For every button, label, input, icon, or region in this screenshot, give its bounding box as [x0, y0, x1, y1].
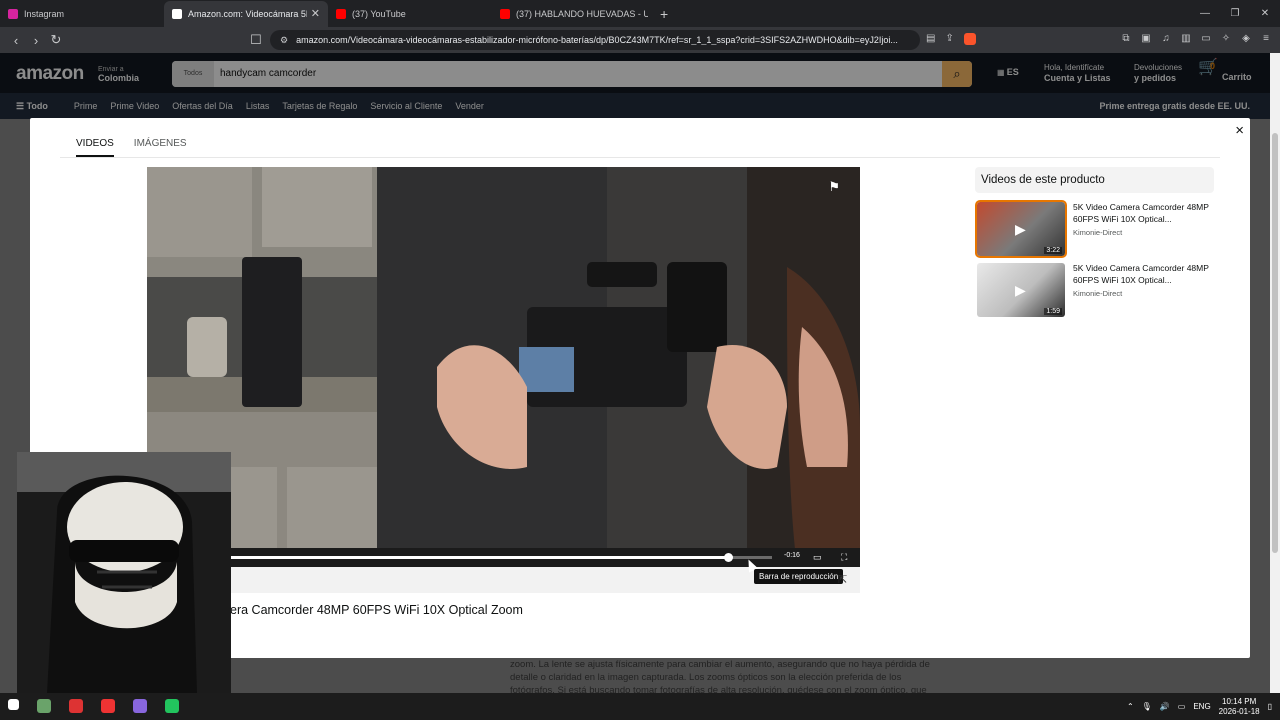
menu-icon[interactable]: ≡: [1260, 33, 1272, 45]
tab-videos[interactable]: VIDEOS: [76, 138, 114, 157]
share-icon[interactable]: ⇱: [838, 573, 847, 586]
browser-tab-youtube[interactable]: (37) YouTube: [328, 1, 492, 27]
tab-title: (37) YouTube: [352, 8, 406, 19]
app-icon[interactable]: [165, 699, 179, 713]
related-videos-heading: Videos de este producto: [975, 167, 1214, 193]
volume-icon[interactable]: 🔊: [1160, 702, 1170, 711]
play-icon: ▶: [1015, 221, 1026, 237]
url-field[interactable]: ⚙ amazon.com/Videocámara-videocámaras-es…: [270, 30, 920, 50]
video-item-seller: Kimonie-Direct: [1073, 228, 1123, 237]
browser-tab-instagram[interactable]: Instagram: [0, 1, 164, 27]
url-text: amazon.com/Videocámara-videocámaras-esta…: [296, 35, 898, 45]
windows-taskbar: ⌃ 🎙 🔊 ▭ ENG 10:14 PM 2026-01-18 ▯: [0, 693, 1280, 720]
reload-icon[interactable]: ↻: [46, 32, 66, 48]
site-info-icon[interactable]: ⚙: [280, 35, 288, 46]
notifications-icon[interactable]: ▯: [1268, 702, 1272, 711]
video-item-seller: Kimonie-Direct: [1073, 289, 1123, 298]
close-window-icon[interactable]: ✕: [1250, 0, 1280, 27]
video-player[interactable]: ⚑ -0:16 ▭ ⛶: [147, 167, 860, 567]
back-icon[interactable]: ‹: [6, 33, 26, 48]
seek-bar[interactable]: [147, 553, 772, 562]
seek-bar-tooltip: Barra de reproducción: [754, 569, 844, 584]
scrollbar-thumb[interactable]: [1272, 133, 1278, 553]
restore-icon[interactable]: ❐: [1220, 0, 1250, 27]
video-frame: [147, 167, 860, 567]
vpn-icon[interactable]: ◈: [1240, 33, 1252, 45]
app-icon[interactable]: [37, 699, 51, 713]
tab-title: (37) HABLANDO HUEVADAS - Undéc: [516, 8, 648, 19]
tab-title: Amazon.com: Videocámara 5K Ul: [188, 8, 307, 19]
instagram-icon: [8, 8, 18, 19]
app-icon[interactable]: [69, 699, 83, 713]
video-duration: 3:22: [1044, 247, 1062, 254]
seek-bar-progress: [147, 556, 729, 559]
play-icon: ▶: [1015, 282, 1026, 298]
browser-tab-youtube-2[interactable]: (37) HABLANDO HUEVADAS - Undéc: [492, 1, 656, 27]
divider: [60, 157, 1220, 158]
related-video-item[interactable]: ▶ 3:22 5K Video Camera Camcorder 48MP 60…: [975, 200, 1214, 258]
reader-mode-icon[interactable]: ▤: [926, 33, 935, 45]
time-remaining: -0:16: [784, 552, 800, 559]
amazon-favicon-icon: [172, 8, 182, 19]
seek-handle[interactable]: [724, 553, 734, 562]
captions-icon[interactable]: ▭: [813, 552, 822, 563]
video-item-title[interactable]: 5K Video Camera Camcorder 48MP 60FPS WiF…: [1073, 202, 1211, 225]
system-tray: ⌃ 🎙 🔊 ▭ ENG 10:14 PM 2026-01-18 ▯: [1127, 693, 1272, 720]
webcam-overlay: [17, 452, 231, 693]
extensions-toolbar: ⧉ ▣ ♫ ▥ ▭ ✧ ◈ ≡: [1120, 33, 1272, 45]
taskbar-apps: [8, 699, 179, 713]
close-tab-icon[interactable]: ✕: [311, 7, 320, 20]
screenshot-icon[interactable]: ▣: [1140, 33, 1152, 45]
clock[interactable]: 10:14 PM 2026-01-18: [1219, 697, 1260, 717]
chevron-up-icon[interactable]: ⌃: [1127, 702, 1134, 711]
window-controls: — ❐ ✕: [1190, 0, 1280, 27]
video-title: era Camcorder 48MP 60FPS WiFi 10X Optica…: [230, 603, 523, 617]
video-thumbnail[interactable]: ▶ 3:22: [975, 200, 1067, 258]
forward-icon[interactable]: ›: [26, 33, 46, 48]
youtube-icon: [500, 8, 510, 19]
microphone-icon[interactable]: 🎙: [1142, 702, 1152, 711]
share-icon[interactable]: ⇪: [945, 33, 953, 45]
product-description: zoom. La lente se ajusta físicamente par…: [510, 659, 930, 696]
browser-tab-amazon[interactable]: Amazon.com: Videocámara 5K Ul ✕: [164, 0, 328, 27]
wallet-icon[interactable]: ▭: [1200, 33, 1212, 45]
tab-images[interactable]: IMÁGENES: [134, 138, 187, 157]
extension-icon[interactable]: ⧉: [1120, 33, 1132, 45]
report-flag-icon[interactable]: ⚑: [828, 179, 840, 195]
media-icon[interactable]: ♫: [1160, 33, 1172, 45]
app-icon[interactable]: [133, 699, 147, 713]
minimize-icon[interactable]: —: [1190, 0, 1220, 27]
time: 10:14 PM: [1222, 696, 1257, 706]
video-thumbnail[interactable]: ▶ 1:59: [977, 263, 1065, 317]
sidebar-icon[interactable]: ▥: [1180, 33, 1192, 45]
network-icon[interactable]: ▭: [1178, 702, 1186, 711]
address-bar-row: ‹ › ↻ ☐ ⚙ amazon.com/Videocámara-videocá…: [0, 27, 1280, 53]
youtube-icon: [336, 8, 346, 19]
tab-title: Instagram: [24, 8, 65, 19]
brave-shield-icon[interactable]: [963, 33, 976, 45]
fullscreen-icon[interactable]: ⛶: [841, 552, 847, 563]
bookmark-icon[interactable]: ☐: [246, 32, 266, 48]
video-duration: 1:59: [1044, 308, 1062, 315]
webcam-feed: [17, 452, 231, 693]
language-indicator[interactable]: ENG: [1193, 702, 1210, 711]
video-item-title[interactable]: 5K Video Camera Camcorder 48MP 60FPS WiF…: [1073, 263, 1211, 286]
ai-icon[interactable]: ✧: [1220, 33, 1232, 45]
new-tab-button[interactable]: +: [660, 6, 668, 22]
date: 2026-01-18: [1218, 706, 1260, 716]
start-icon[interactable]: [8, 699, 19, 710]
app-icon[interactable]: [101, 699, 115, 713]
browser-tab-strip: Instagram Amazon.com: Videocámara 5K Ul …: [0, 0, 1280, 27]
close-icon[interactable]: ×: [1235, 122, 1244, 139]
page-scrollbar[interactable]: [1270, 53, 1280, 693]
modal-tabs: VIDEOS IMÁGENES: [76, 138, 187, 157]
related-video-item[interactable]: ▶ 1:59 5K Video Camera Camcorder 48MP 60…: [977, 263, 1214, 317]
